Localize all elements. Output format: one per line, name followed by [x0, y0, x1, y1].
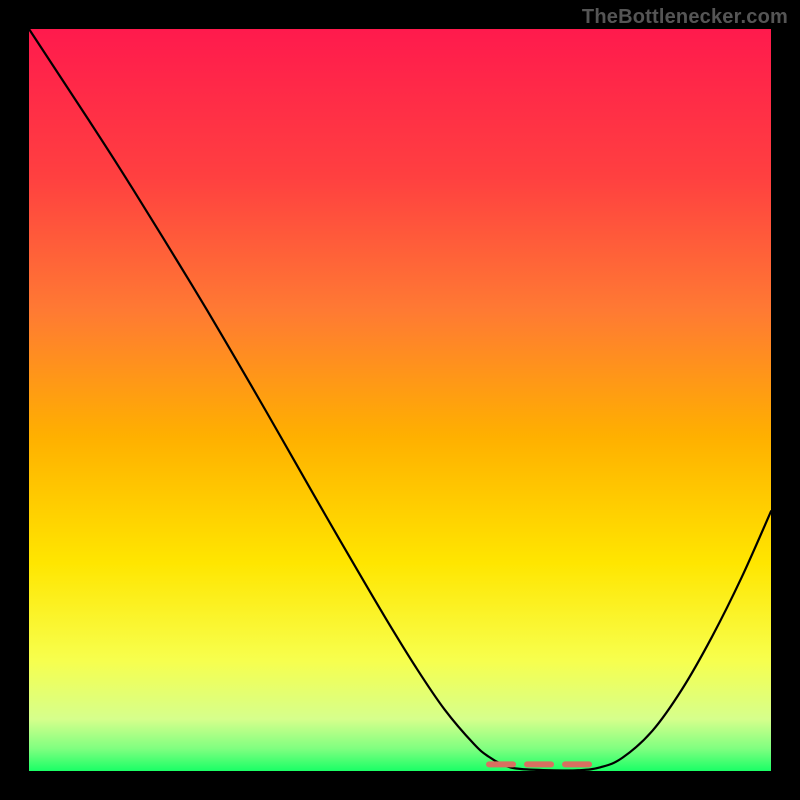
plot-background [29, 29, 771, 771]
bottleneck-chart: TheBottlenecker.com [0, 0, 800, 800]
chart-svg [0, 0, 800, 800]
attribution-text: TheBottlenecker.com [582, 6, 788, 29]
